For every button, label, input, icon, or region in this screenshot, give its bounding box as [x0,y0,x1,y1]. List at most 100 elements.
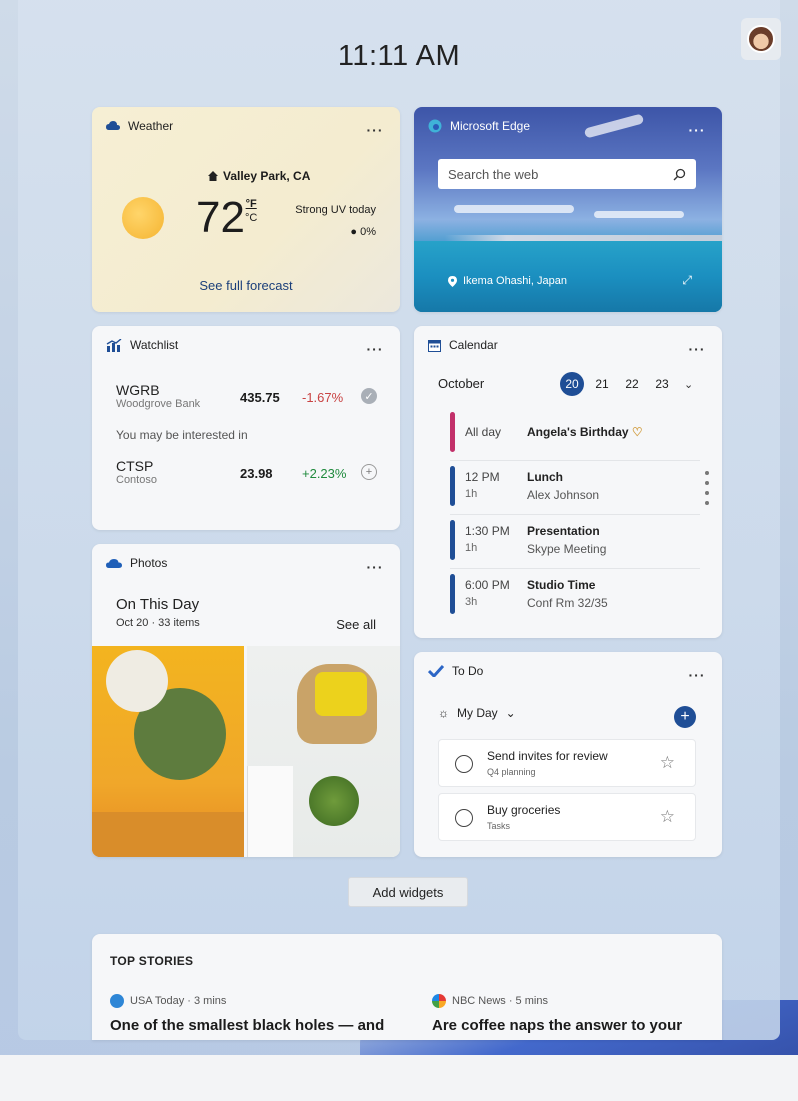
event-subtitle: Skype Meeting [527,542,607,556]
task-item[interactable]: Send invites for review Q4 planning ☆ [438,739,696,787]
search-icon[interactable] [673,168,686,181]
event-color-bar [450,412,455,452]
photo-frame [247,766,293,857]
watchlist-title: Watchlist [130,338,179,352]
weather-location-label: Valley Park, CA [223,169,311,183]
chevron-down-icon: ⌄ [505,706,516,720]
photo-pillow [315,672,367,716]
edge-widget[interactable]: Microsoft Edge ··· Search the web Ikema … [414,107,722,312]
condition-text: Strong UV today [295,204,376,216]
day[interactable]: 21 [590,372,614,396]
sunny-icon [122,197,164,239]
calendar-widget[interactable]: Calendar ··· October 20 21 22 23 ⌄ All d… [414,326,722,638]
chevron-down-icon[interactable]: ⌄ [684,378,693,391]
event-time: 6:00 PM [465,578,510,592]
photos-subtitle: Oct 20 · 33 items [116,617,200,629]
see-all-link[interactable]: See all [336,617,376,632]
temperature: 72 [196,193,245,242]
taskbar [0,1055,798,1101]
day-selected[interactable]: 20 [560,372,584,396]
story-item[interactable]: USA Today · 3 mins One of the smallest b… [110,994,384,1034]
weather-widget[interactable]: Weather ··· Valley Park, CA 72 °F °C Str… [92,107,400,312]
calendar-event[interactable]: 12 PM 1h Lunch Alex Johnson [450,466,700,510]
event-time: 12 PM [465,470,500,484]
event-subtitle: Alex Johnson [527,488,600,502]
top-stories-title: TOP STORIES [110,954,194,968]
stock-row[interactable]: WGRB Woodgrove Bank 435.75 -1.67% ✓ [116,382,384,418]
calendar-event[interactable]: 1:30 PM 1h Presentation Skype Meeting [450,520,700,564]
story-source-label: NBC News · 5 mins [452,995,548,1007]
photo-location[interactable]: Ikema Ohashi, Japan [448,275,567,287]
story-item[interactable]: NBC News · 5 mins Are coffee naps the an… [432,994,682,1034]
stock-chart-icon [106,338,122,352]
todo-widget[interactable]: To Do ··· ☼ My Day ⌄ + Send invites for … [414,652,722,857]
weather-more-button[interactable]: ··· [362,119,388,141]
profile-button[interactable] [741,18,781,60]
unit-fahrenheit[interactable]: °F [245,197,257,211]
todo-title: To Do [452,664,484,678]
todo-header: To Do [428,664,483,678]
event-time: 1:30 PM [465,524,510,538]
cloud-decoration [583,113,645,139]
stock-row[interactable]: CTSP Contoso 23.98 +2.23% + [116,458,384,494]
photos-heading: On This Day [116,596,200,613]
stock-price: 435.75 [240,390,280,405]
task-checkbox[interactable] [455,809,473,827]
calendar-event[interactable]: All day Angela's Birthday ♡ [450,412,700,456]
photo-location-label: Ikema Ohashi, Japan [463,275,567,287]
avatar [747,25,775,53]
story-source: NBC News · 5 mins [432,994,682,1008]
event-color-bar [450,574,455,614]
divider [450,514,700,515]
cloud-decoration [454,205,574,213]
edge-icon [428,119,442,133]
watchlist-widget[interactable]: Watchlist ··· WGRB Woodgrove Bank 435.75… [92,326,400,530]
add-icon[interactable]: + [361,464,377,480]
day[interactable]: 22 [620,372,644,396]
calendar-icon [428,339,441,352]
event-duration: 1h [465,488,478,500]
photos-header: Photos [106,556,167,570]
unit-celsius[interactable]: °C [245,212,257,224]
event-time: All day [465,425,502,439]
calendar-header: Calendar [428,338,498,352]
photos-widget[interactable]: Photos ··· On This Day Oct 20 · 33 items… [92,544,400,857]
full-forecast-link[interactable]: See full forecast [92,278,400,293]
todo-more-button[interactable]: ··· [684,664,710,686]
photos-more-button[interactable]: ··· [362,556,388,578]
story-headline[interactable]: Are coffee naps the answer to your [432,1017,682,1034]
star-icon[interactable]: ☆ [660,807,675,827]
check-icon[interactable]: ✓ [361,388,377,404]
search-input[interactable]: Search the web [448,167,538,182]
cake-icon: ♡ [631,425,643,439]
my-day-dropdown[interactable]: ☼ My Day ⌄ [438,706,516,720]
scrollbar[interactable] [704,471,710,505]
list-name: My Day [457,706,498,720]
photo-thumbnail[interactable] [92,646,244,857]
task-item[interactable]: Buy groceries Tasks ☆ [438,793,696,841]
cloud-decoration [594,211,684,218]
calendar-more-button[interactable]: ··· [684,338,710,360]
photo-thumbnail[interactable] [247,646,400,857]
watchlist-more-button[interactable]: ··· [362,338,388,360]
expand-icon[interactable]: ⤢ [682,273,692,288]
photos-title: Photos [130,556,168,570]
task-list: Tasks [487,821,511,831]
watchlist-header: Watchlist [106,338,178,352]
edge-header: Microsoft Edge [428,119,530,133]
add-task-button[interactable]: + [674,706,696,728]
interest-label: You may be interested in [116,428,248,442]
task-checkbox[interactable] [455,755,473,773]
add-widgets-button[interactable]: Add widgets [348,877,468,907]
event-title: Studio Time [527,578,596,592]
onedrive-icon [106,559,122,568]
task-name: Send invites for review [487,749,608,763]
story-headline[interactable]: One of the smallest black holes — and [110,1017,384,1034]
event-title: Lunch [527,470,563,484]
day[interactable]: 23 [650,372,674,396]
search-box[interactable]: Search the web [438,159,696,189]
unit-toggle[interactable]: °F °C [245,197,257,225]
edge-more-button[interactable]: ··· [684,119,710,141]
star-icon[interactable]: ☆ [660,753,675,773]
calendar-event[interactable]: 6:00 PM 3h Studio Time Conf Rm 32/35 [450,574,700,618]
